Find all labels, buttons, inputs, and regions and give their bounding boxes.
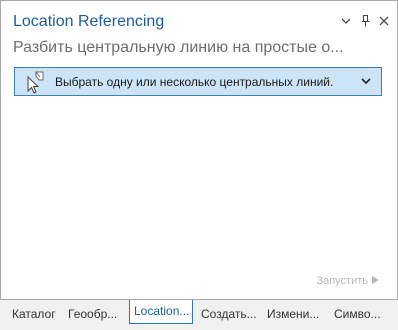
- tab-catalog[interactable]: Каталог: [8, 304, 60, 324]
- tab-geoprocessing[interactable]: Геообр...: [64, 304, 121, 324]
- chevron-down-icon[interactable]: [357, 73, 375, 91]
- run-button-label: Запустить: [316, 275, 368, 287]
- tab-symbology[interactable]: Симво...: [330, 304, 385, 324]
- pane-title-controls: [341, 13, 389, 29]
- run-button[interactable]: Запустить: [316, 275, 379, 287]
- tab-modify-features[interactable]: Измени...: [263, 304, 323, 324]
- tab-location-referencing[interactable]: Location...: [129, 300, 193, 324]
- tool-dropdown-label: Выбрать одну или несколько центральных л…: [55, 74, 334, 89]
- pane-tab-bar: Каталог Геообр... Location... Создать...…: [0, 299, 398, 330]
- chevron-down-icon[interactable]: [341, 13, 351, 29]
- location-referencing-pane: Location Referencing Разбить центральную…: [0, 0, 398, 300]
- tool-subtitle: Разбить центральную линию на простые о..…: [13, 39, 344, 56]
- close-icon[interactable]: [379, 13, 389, 29]
- select-centerline-tool-icon: [23, 69, 49, 95]
- play-icon: [372, 275, 379, 287]
- tool-select-dropdown[interactable]: Выбрать одну или несколько центральных л…: [14, 67, 382, 96]
- pane-title: Location Referencing: [13, 13, 165, 30]
- tab-create-features[interactable]: Создать...: [197, 304, 261, 324]
- pin-icon[interactable]: [360, 13, 370, 29]
